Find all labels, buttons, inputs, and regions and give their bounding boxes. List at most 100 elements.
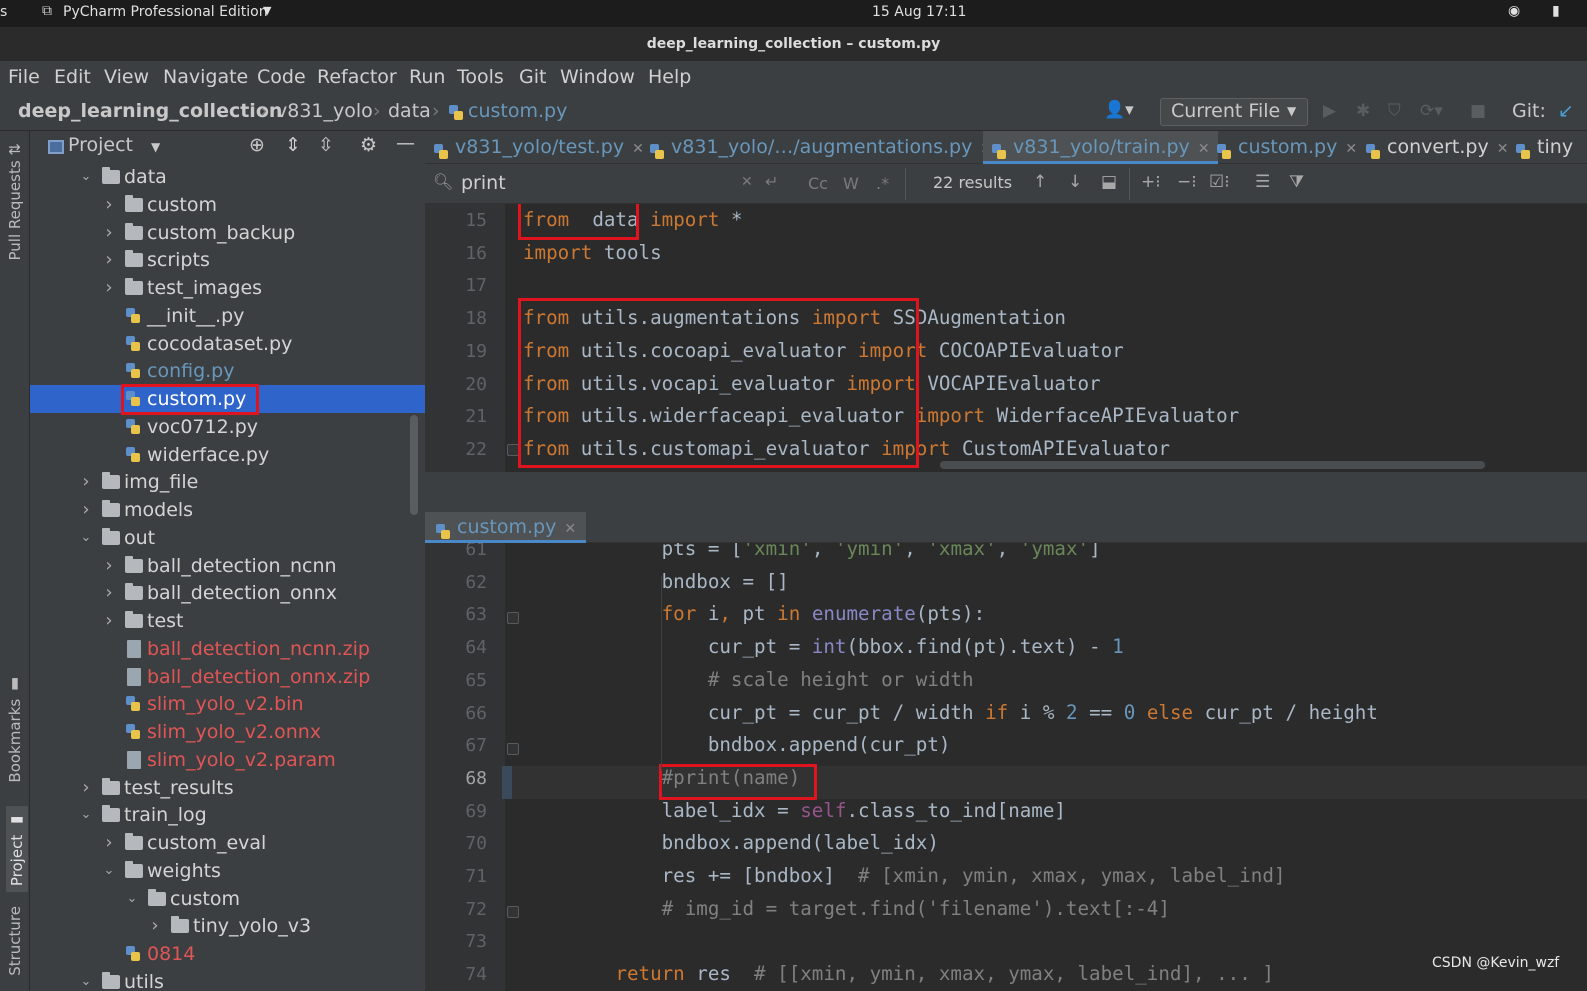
tree-folder[interactable]: › tiny_yolo_v3 [30, 912, 425, 940]
chevron-right-icon[interactable]: › [102, 579, 116, 607]
close-icon[interactable]: ✕ [632, 141, 644, 157]
fold-marker-icon[interactable] [507, 906, 519, 918]
profile-icon[interactable]: ⟳▾ [1420, 101, 1443, 121]
chevron-down-icon[interactable]: ▼ [151, 140, 160, 154]
menu-file[interactable]: File [8, 66, 40, 88]
tab-train-py[interactable]: v831_yolo/train.py ✕ [983, 131, 1218, 164]
history-icon[interactable]: ↵ [765, 172, 778, 191]
tree-file[interactable]: __init__.py [30, 302, 425, 330]
regex-toggle[interactable]: .* [876, 174, 889, 193]
tree-folder[interactable]: › ball_detection_ncnn [30, 552, 425, 580]
tree-folder[interactable]: › ball_detection_onnx [30, 579, 425, 607]
filter-icon[interactable]: ⧩ [1289, 172, 1304, 192]
tree-folder[interactable]: ⌄ utils [30, 968, 425, 991]
editor-custom-py[interactable]: 61 pts = ['xmin', 'ymin', 'xmax', 'ymax'… [425, 543, 1587, 991]
tree-folder[interactable]: ⌄ data [30, 163, 425, 191]
menu-window[interactable]: Window [560, 66, 635, 88]
breadcrumb-project[interactable]: deep_learning_collection [18, 100, 282, 122]
tree-folder[interactable]: ⌄ train_log [30, 801, 425, 829]
chevron-down-icon[interactable]: ⌄ [79, 801, 93, 829]
project-tool[interactable]: Project ▬ [6, 806, 28, 893]
tree-file[interactable]: ball_detection_ncnn.zip [30, 635, 425, 663]
close-icon[interactable]: ✕ [1497, 141, 1509, 157]
menu-edit[interactable]: Edit [54, 66, 91, 88]
breadcrumb-folder[interactable]: v831_yolo [276, 100, 373, 122]
menu-git[interactable]: Git [519, 66, 546, 88]
stop-icon[interactable]: ■ [1470, 101, 1486, 121]
tree-folder[interactable]: › test [30, 607, 425, 635]
breadcrumb-file[interactable]: custom.py [468, 100, 567, 122]
tree-file[interactable]: widerface.py [30, 441, 425, 469]
tree-file[interactable]: voc0712.py [30, 413, 425, 441]
close-icon[interactable]: ✕ [564, 521, 576, 537]
chevron-down-icon[interactable]: ⌄ [125, 885, 139, 913]
tree-folder[interactable]: › models [30, 496, 425, 524]
menu-navigate[interactable]: Navigate [163, 66, 248, 88]
pull-requests-tool[interactable]: Pull Requests ⇅ [6, 143, 24, 260]
next-occurrence-icon[interactable]: ↓ [1068, 172, 1082, 192]
system-clock[interactable]: 15 Aug 17:11 [872, 4, 966, 20]
chevron-down-icon[interactable]: ⌄ [102, 857, 116, 885]
tab-tiny[interactable]: tiny [1515, 131, 1573, 164]
chevron-right-icon[interactable]: › [79, 468, 93, 496]
tree-file[interactable]: slim_yolo_v2.bin [30, 690, 425, 718]
match-case-toggle[interactable]: Cc [808, 174, 828, 193]
select-all-icon[interactable]: ⬓ [1101, 172, 1117, 192]
menu-run[interactable]: Run [409, 66, 445, 88]
tree-file[interactable]: slim_yolo_v2.param [30, 746, 425, 774]
breadcrumb-subfolder[interactable]: data [388, 100, 431, 122]
tab-custom-py[interactable]: custom.py ✕ [1216, 131, 1357, 164]
hide-panel-icon[interactable]: — [396, 132, 415, 154]
tree-file[interactable]: cocodataset.py [30, 330, 425, 358]
filter-options-icon[interactable]: ☰ [1255, 172, 1270, 192]
menu-refactor[interactable]: Refactor [317, 66, 397, 88]
run-icon[interactable]: ▶ [1323, 101, 1336, 121]
expand-all-icon[interactable]: ⇕ [285, 134, 301, 156]
tree-file[interactable]: config.py [30, 357, 425, 385]
coverage-icon[interactable]: ⛉ [1388, 101, 1401, 121]
chevron-right-icon[interactable]: › [102, 607, 116, 635]
tray-icon[interactable]: ◉ [1508, 3, 1520, 19]
tree-folder[interactable]: › test_images [30, 274, 425, 302]
locate-icon[interactable]: ⊕ [249, 134, 265, 156]
tree-folder[interactable]: › custom_eval [30, 829, 425, 857]
gear-icon[interactable]: ⚙ [360, 134, 377, 156]
menu-tools[interactable]: Tools [457, 66, 504, 88]
remove-occurrence-icon[interactable]: −⁝ [1177, 172, 1197, 192]
menu-help[interactable]: Help [648, 66, 691, 88]
fold-marker-icon[interactable] [507, 612, 519, 624]
tree-file[interactable]: 0814 [30, 940, 425, 968]
chevron-right-icon[interactable]: › [102, 552, 116, 580]
tab-custom-py-split[interactable]: custom.py ✕ [425, 512, 587, 543]
tree-folder[interactable]: ⌄ weights [30, 857, 425, 885]
tree-folder[interactable]: › custom [30, 191, 425, 219]
user-icon[interactable]: 👤▾ [1104, 100, 1134, 120]
tree-folder[interactable]: › img_file [30, 468, 425, 496]
previous-occurrence-icon[interactable]: ↑ [1033, 172, 1047, 192]
chevron-down-icon[interactable]: ⌄ [79, 968, 93, 991]
tree-folder[interactable]: › custom_backup [30, 219, 425, 247]
chevron-down-icon[interactable]: ⌄ [79, 163, 93, 191]
editor-train-py[interactable]: 15 from data import * 16 import tools 17 18 fr… [425, 204, 1587, 472]
tree-scrollbar[interactable] [410, 415, 418, 515]
tree-file[interactable]: ball_detection_onnx.zip [30, 663, 425, 691]
close-icon[interactable]: ✕ [1198, 141, 1210, 157]
search-input[interactable]: print [461, 172, 506, 194]
tree-folder[interactable]: ⌄ custom [30, 885, 425, 913]
add-occurrence-icon[interactable]: +⁝ [1141, 172, 1161, 192]
tab-augmentations-py[interactable]: v831_yolo/…/augmentations.py✕ [649, 131, 992, 164]
tree-file[interactable]: custom.py [30, 384, 425, 415]
app-menu-label[interactable]: PyCharm Professional Edition [63, 4, 268, 20]
project-panel-title[interactable]: Project [68, 134, 133, 156]
close-icon[interactable]: ✕ [1345, 141, 1357, 157]
fold-marker-icon[interactable] [507, 743, 519, 755]
structure-tool[interactable]: Structure [6, 906, 24, 976]
tray-status-icon[interactable]: ▮ [1552, 3, 1560, 19]
menu-code[interactable]: Code [257, 66, 306, 88]
git-update-icon[interactable]: ↙ [1558, 100, 1574, 122]
chevron-right-icon[interactable]: › [102, 829, 116, 857]
tree-folder[interactable]: ⌄ out [30, 524, 425, 552]
horizontal-scrollbar[interactable] [940, 461, 1485, 469]
chevron-down-icon[interactable]: ⌄ [79, 524, 93, 552]
debug-icon[interactable]: ✱ [1356, 101, 1370, 121]
